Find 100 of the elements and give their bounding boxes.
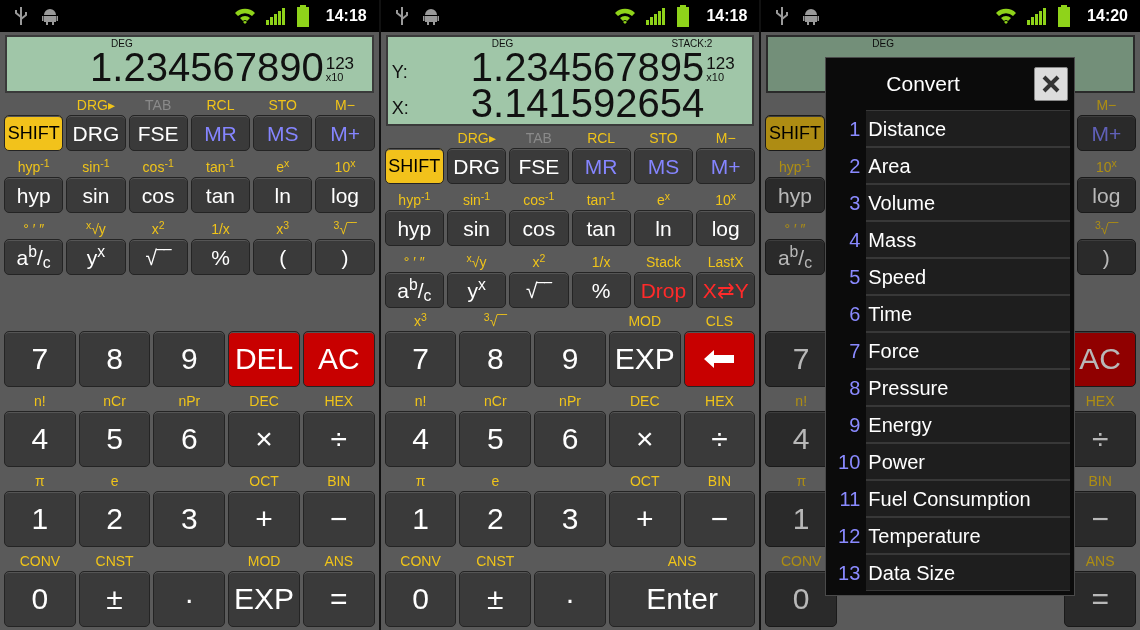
calculator-key[interactable]: 8 (459, 331, 532, 387)
calculator-key[interactable]: 0 (4, 571, 76, 627)
calculator-key[interactable]: EXP (228, 571, 300, 627)
calculator-key[interactable]: = (302, 571, 375, 627)
calculator-key[interactable]: M+ (696, 148, 756, 184)
calculator-key[interactable]: DRG (446, 148, 507, 184)
calculator-key[interactable]: SHIFT (384, 148, 444, 184)
calculator-key[interactable]: × (228, 411, 300, 467)
calculator-key[interactable]: ± (459, 571, 532, 627)
calculator-key[interactable]: · (534, 571, 606, 627)
convert-option[interactable]: Power (866, 443, 1071, 480)
convert-option[interactable]: Area (866, 147, 1071, 184)
calculator-key[interactable]: ln (633, 210, 694, 246)
close-button[interactable] (1034, 67, 1069, 101)
calculator-key[interactable]: √‾‾ (509, 272, 569, 308)
stack-indicator: STACK:2 (671, 39, 713, 49)
calculator-key[interactable]: sin (446, 210, 507, 246)
calculator-key[interactable]: 5 (459, 411, 532, 467)
calculator-key[interactable]: 3 (534, 491, 606, 547)
calculator-key[interactable]: EXP (608, 331, 681, 387)
shift-label: OCT (249, 474, 279, 488)
calculator-key[interactable]: + (608, 491, 681, 547)
calculator-key[interactable]: y$^{x}$ (446, 272, 507, 308)
calculator-key[interactable]: cos (509, 210, 569, 246)
calculator-key[interactable]: MS (253, 115, 313, 151)
calculator-key[interactable]: 6 (534, 411, 606, 467)
calculator-key[interactable]: 2 (78, 491, 151, 547)
convert-option[interactable]: Distance (866, 110, 1071, 147)
calculator-key[interactable]: cos (128, 177, 188, 213)
calculator-key[interactable]: ln (253, 177, 313, 213)
calculator-key[interactable]: DRG (66, 115, 126, 151)
calculator-key[interactable]: hyp (765, 177, 825, 213)
calculator-key[interactable]: √‾‾ (128, 239, 188, 275)
convert-option[interactable]: Temperature (866, 517, 1071, 554)
calculator-key[interactable]: 0 (765, 571, 838, 627)
calculator-key[interactable]: 6 (153, 411, 226, 467)
convert-option[interactable]: Volume (866, 184, 1071, 221)
calculator-key[interactable]: SHIFT (765, 115, 825, 151)
shift-label: ° ′ ″ (23, 222, 45, 236)
calculator-key[interactable]: y$^{x}$ (66, 239, 126, 275)
calculator-key[interactable]: 8 (78, 331, 151, 387)
convert-option[interactable]: Mass (866, 221, 1071, 258)
convert-option[interactable]: Data Size (866, 554, 1071, 591)
calculator-key[interactable]: 3 (153, 491, 226, 547)
calculator-key[interactable]: FSE (509, 148, 569, 184)
calculator-key[interactable]: ÷ (683, 411, 756, 467)
calculator-key[interactable]: M+ (315, 115, 375, 151)
calculator-key[interactable]: log (696, 210, 756, 246)
calculator-key[interactable]: hyp (4, 177, 64, 213)
calculator-key[interactable]: − (683, 491, 756, 547)
calculator-key[interactable]: a$^{b}$/$_{c}$ (765, 239, 825, 275)
calculator-key[interactable]: − (302, 491, 375, 547)
calculator-key[interactable]: ± (78, 571, 151, 627)
convert-option[interactable]: Force (866, 332, 1071, 369)
usb-icon (14, 6, 28, 26)
calculator-key[interactable]: tan (571, 210, 631, 246)
calculator-key[interactable]: 7 (4, 331, 76, 387)
calculator-key[interactable]: MS (633, 148, 694, 184)
convert-option[interactable]: Speed (866, 258, 1071, 295)
calculator-key[interactable]: = (1064, 571, 1136, 627)
calculator-key[interactable]: hyp (384, 210, 444, 246)
exponent-base: x10 (706, 72, 726, 83)
calculator-key[interactable]: MR (190, 115, 251, 151)
calculator-key[interactable]: 5 (78, 411, 151, 467)
calculator-key[interactable]: ÷ (302, 411, 375, 467)
calculator-key[interactable]: 9 (534, 331, 606, 387)
calculator-key[interactable]: 4 (4, 411, 76, 467)
calculator-key[interactable]: + (228, 491, 300, 547)
calculator-key[interactable]: tan (190, 177, 251, 213)
calculator-key[interactable]: DEL (228, 331, 300, 387)
calculator-key[interactable]: ) (1076, 239, 1136, 275)
calculator-key[interactable]: SHIFT (4, 115, 64, 151)
calculator-key[interactable]: a$^{b}$/$_{c}$ (384, 272, 444, 308)
calculator-key[interactable]: FSE (128, 115, 188, 151)
calculator-key[interactable]: % (571, 272, 631, 308)
backspace-button[interactable] (683, 331, 756, 387)
calculator-key[interactable]: Enter (608, 571, 756, 627)
calculator-key[interactable]: 0 (384, 571, 457, 627)
calculator-key[interactable]: ( (253, 239, 313, 275)
calculator-key[interactable]: 2 (459, 491, 532, 547)
convert-option[interactable]: Time (866, 295, 1071, 332)
calculator-key[interactable]: 1 (4, 491, 76, 547)
option-number: 7 (848, 338, 862, 364)
calculator-key[interactable]: · (153, 571, 226, 627)
calculator-key[interactable]: AC (302, 331, 375, 387)
convert-option[interactable]: Energy (866, 406, 1071, 443)
calculator-key[interactable]: × (608, 411, 681, 467)
calculator-key[interactable]: 9 (153, 331, 226, 387)
convert-option[interactable]: Pressure (866, 369, 1071, 406)
calculator-key[interactable]: 4 (384, 411, 457, 467)
calculator-key[interactable]: MR (571, 148, 631, 184)
calculator-key[interactable]: sin (66, 177, 126, 213)
calculator-key[interactable]: 7 (384, 331, 457, 387)
calculator-key[interactable]: 1 (384, 491, 457, 547)
calculator-key[interactable]: a$^{b}$/$_{c}$ (4, 239, 64, 275)
calculator-key[interactable]: log (315, 177, 375, 213)
convert-option[interactable]: Fuel Consumption (866, 480, 1071, 517)
calculator-key[interactable]: log (1076, 177, 1136, 213)
calculator-key[interactable]: ) (315, 239, 375, 275)
calculator-key[interactable]: % (190, 239, 251, 275)
